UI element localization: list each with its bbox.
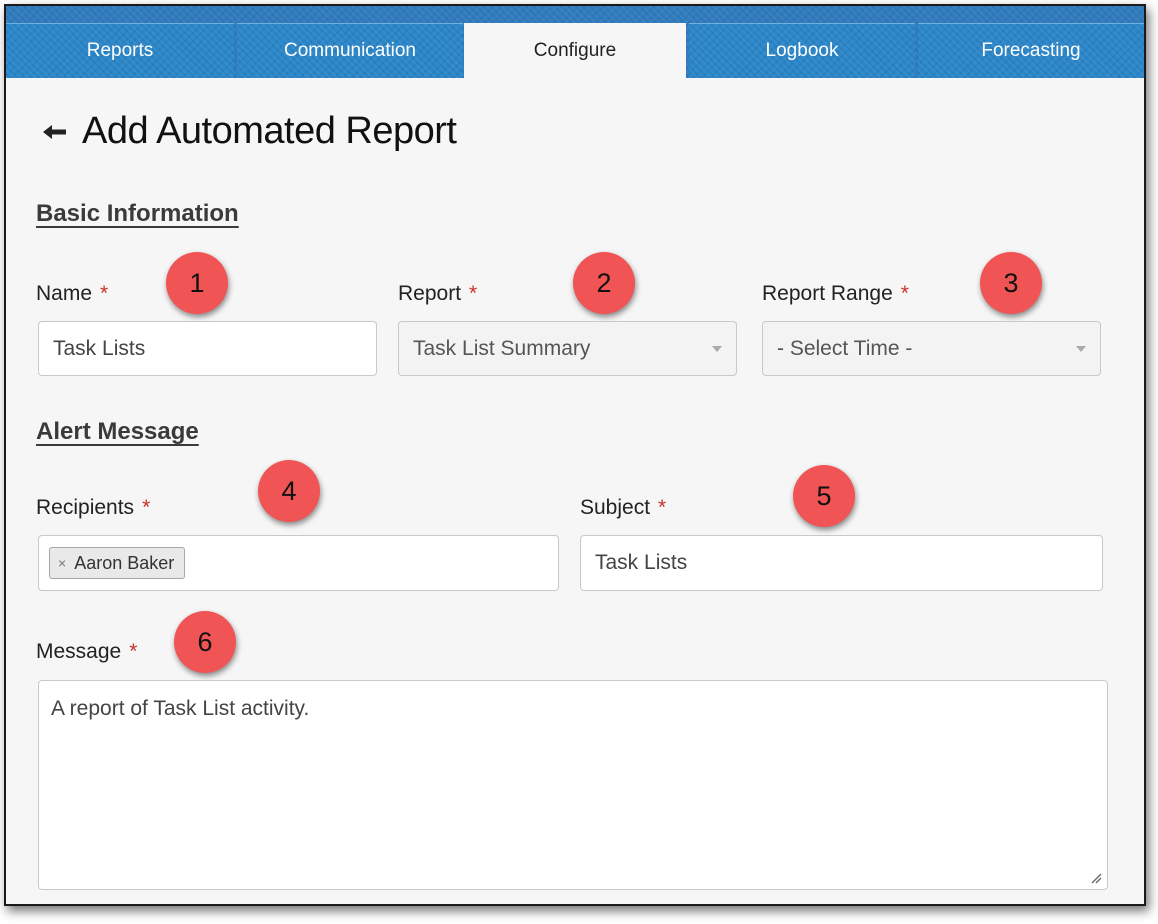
message-label: Message * (36, 640, 137, 664)
required-marker: * (658, 496, 667, 519)
callout-badge-1: 1 (166, 252, 228, 314)
subject-label: Subject * (580, 496, 666, 520)
report-select[interactable]: Task List Summary (398, 321, 737, 376)
report-range-label-text: Report Range (762, 282, 893, 305)
chevron-down-icon (712, 345, 722, 352)
arrow-left-icon[interactable] (42, 122, 68, 142)
chevron-down-icon (1076, 345, 1086, 352)
recipients-input[interactable]: × Aaron Baker (38, 535, 559, 591)
recipients-label-text: Recipients (36, 496, 135, 519)
section-basic-information: Basic Information (36, 200, 239, 227)
callout-badge-3: 3 (980, 252, 1042, 314)
subject-input[interactable]: Task Lists (580, 535, 1103, 591)
callout-badge-5: 5 (793, 465, 855, 527)
tab-configure[interactable]: Configure (464, 23, 686, 79)
page-title: Add Automated Report (82, 110, 457, 152)
name-label: Name * (36, 282, 108, 306)
tab-bar: Reports Communication Configure Logbook … (6, 6, 1144, 79)
message-textarea[interactable]: A report of Task List activity. (38, 680, 1108, 890)
callout-badge-4: 4 (258, 460, 320, 522)
required-marker: * (469, 282, 478, 305)
report-range-select[interactable]: - Select Time - (762, 321, 1101, 376)
section-alert-message: Alert Message (36, 418, 199, 445)
recipient-tag-label: Aaron Baker (74, 552, 175, 573)
subject-label-text: Subject (580, 496, 651, 519)
tab-communication[interactable]: Communication (237, 23, 463, 78)
report-label-text: Report (398, 282, 462, 305)
required-marker: * (129, 640, 138, 663)
report-label: Report * (398, 282, 477, 306)
required-marker: * (900, 282, 909, 305)
message-label-text: Message (36, 640, 122, 663)
close-icon[interactable]: × (58, 555, 66, 571)
callout-badge-6: 6 (174, 611, 236, 673)
recipients-label: Recipients * (36, 496, 150, 520)
resize-handle-icon[interactable] (1090, 872, 1102, 884)
tab-reports[interactable]: Reports (6, 23, 234, 78)
recipient-tag[interactable]: × Aaron Baker (49, 547, 186, 579)
tab-logbook[interactable]: Logbook (689, 23, 915, 78)
tab-forecasting[interactable]: Forecasting (918, 23, 1144, 78)
name-label-text: Name (36, 282, 93, 305)
required-marker: * (100, 282, 109, 305)
page-header: Add Automated Report (42, 110, 457, 153)
required-marker: * (142, 496, 151, 519)
report-range-select-value: - Select Time - (777, 336, 913, 360)
callout-badge-2: 2 (573, 252, 635, 314)
name-input[interactable]: Task Lists (38, 321, 377, 376)
app-window: Reports Communication Configure Logbook … (4, 4, 1146, 906)
report-select-value: Task List Summary (413, 336, 591, 360)
message-text: A report of Task List activity. (51, 697, 310, 720)
report-range-label: Report Range * (762, 282, 909, 306)
